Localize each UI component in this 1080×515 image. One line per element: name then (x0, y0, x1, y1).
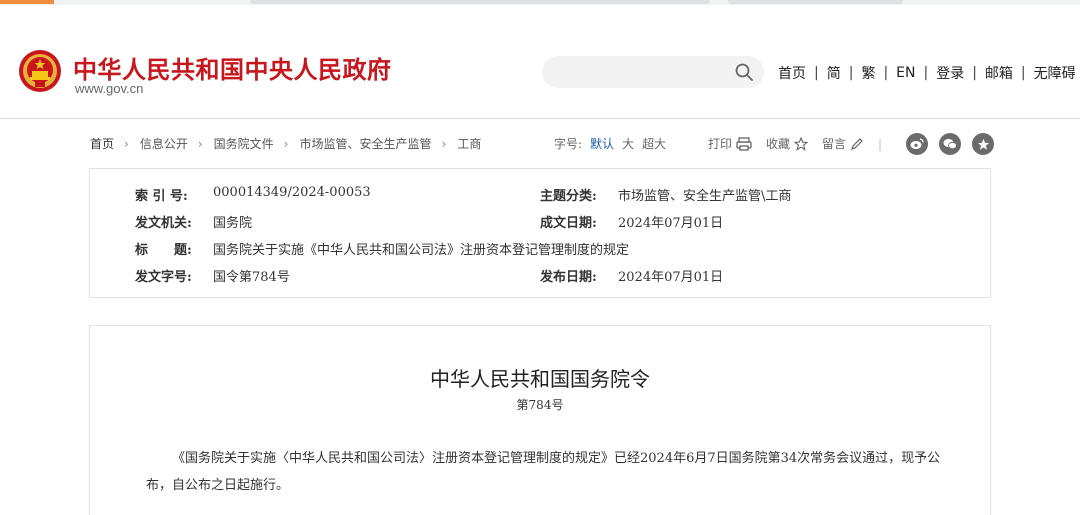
share-buttons (906, 133, 994, 155)
breadcrumb-business[interactable]: 工商 (457, 135, 481, 152)
nav-separator: | (923, 65, 929, 81)
search-box (542, 56, 764, 88)
comment-label: 留言 (822, 137, 847, 151)
browser-tab[interactable] (0, 0, 54, 4)
nav-english[interactable]: EN (896, 65, 915, 81)
tools-divider: | (878, 136, 883, 151)
site-title[interactable]: 中华人民共和国中央人民政府 (73, 50, 392, 85)
star-icon (794, 136, 809, 151)
breadcrumb-state-council-docs[interactable]: 国务院文件 (214, 135, 274, 152)
search-input[interactable] (558, 62, 728, 82)
info-issuer-value: 国务院 (213, 216, 253, 231)
nav-separator: | (848, 65, 854, 81)
info-index: 索 引 号: 000014349/2024-00053 (135, 185, 371, 204)
info-category: 主题分类: 市场监管、安全生产监管\工商 (540, 185, 791, 204)
address-bar[interactable] (250, 0, 710, 4)
info-written-date: 成文日期: 2024年07月01日 (540, 212, 723, 231)
font-size-selector: 字号: 默认 大 超大 (554, 135, 666, 152)
font-size-large[interactable]: 大 (622, 135, 634, 152)
nav-simplified[interactable]: 简 (827, 63, 841, 83)
breadcrumb-toolbar: 首页 › 信息公开 › 国务院文件 › 市场监管、安全生产监管 › 工商 字号:… (90, 133, 994, 155)
info-issuer-label: 发文机关: (135, 216, 192, 231)
site-url[interactable]: www.gov.cn (75, 81, 143, 96)
breadcrumb-arrow-icon: › (441, 136, 447, 151)
nav-separator: | (814, 65, 819, 81)
nav-separator: | (883, 65, 889, 81)
breadcrumb-arrow-icon: › (124, 136, 129, 151)
info-docno-value: 国令第784号 (213, 270, 290, 285)
nav-separator: | (1020, 65, 1026, 81)
breadcrumb-info-open[interactable]: 信息公开 (140, 135, 188, 152)
info-title: 标 题: 国务院关于实施《中华人民共和国公司法》注册资本登记管理制度的规定 (135, 239, 629, 258)
wechat-icon[interactable] (939, 133, 961, 155)
nav-traditional[interactable]: 繁 (861, 63, 875, 83)
nav-accessibility[interactable]: 无障碍 (1034, 63, 1076, 83)
document-info-box: 索 引 号: 000014349/2024-00053 主题分类: 市场监管、安… (89, 168, 991, 298)
font-size-xlarge[interactable]: 超大 (642, 135, 666, 152)
nav-home[interactable]: 首页 (778, 63, 806, 83)
info-published-value: 2024年07月01日 (618, 270, 724, 285)
weibo-icon[interactable] (906, 133, 928, 155)
nav-separator: | (972, 65, 977, 81)
printer-icon (736, 136, 752, 151)
info-published-label: 发布日期: (540, 270, 597, 285)
nav-login[interactable]: 登录 (936, 63, 964, 83)
comment-button[interactable]: 留言 (822, 135, 864, 152)
print-button[interactable]: 打印 (708, 135, 752, 152)
breadcrumb-arrow-icon: › (197, 136, 203, 151)
page-tools: 打印 收藏 留言 | (708, 135, 882, 152)
browser-search-bar[interactable] (728, 0, 903, 4)
breadcrumb-arrow-icon: › (283, 136, 289, 151)
document-title: 中华人民共和国国务院令 (430, 367, 650, 391)
nav-mail[interactable]: 邮箱 (985, 63, 1013, 83)
document-body: 《国务院关于实施〈中华人民共和国公司法〉注册资本登记管理制度的规定》已经2024… (146, 451, 941, 493)
national-emblem-icon[interactable] (18, 49, 62, 93)
search-icon[interactable] (734, 62, 754, 82)
font-size-label: 字号: (554, 137, 583, 151)
info-index-label: 索 引 号: (135, 189, 188, 204)
info-written-value: 2024年07月01日 (618, 216, 724, 231)
info-category-label: 主题分类: (540, 189, 597, 204)
font-size-default[interactable]: 默认 (590, 135, 614, 152)
print-label: 打印 (708, 137, 733, 151)
info-docno: 发文字号: 国令第784号 (135, 266, 290, 285)
info-issuer: 发文机关: 国务院 (135, 212, 252, 231)
info-index-value: 000014349/2024-00053 (213, 185, 371, 200)
top-nav: 首页 | 简 | 繁 | EN | 登录 | 邮箱 | 无障碍 (778, 63, 1076, 83)
breadcrumb-home[interactable]: 首页 (90, 135, 114, 152)
favorite-button[interactable]: 收藏 (766, 135, 809, 152)
favorite-label: 收藏 (766, 137, 791, 151)
breadcrumb: 首页 › 信息公开 › 国务院文件 › 市场监管、安全生产监管 › 工商 (90, 135, 481, 152)
info-published-date: 发布日期: 2024年07月01日 (540, 266, 723, 285)
pencil-icon (851, 137, 863, 150)
qzone-icon[interactable] (972, 133, 994, 155)
site-header: 中华人民共和国中央人民政府 www.gov.cn 首页 | 简 | 繁 | EN… (0, 5, 1080, 119)
breadcrumb-market-supervision[interactable]: 市场监管、安全生产监管 (299, 135, 431, 152)
info-docno-label: 发文字号: (135, 270, 192, 285)
info-title-label: 标 题: (135, 243, 192, 258)
document-content: 中华人民共和国国务院令 第784号 《国务院关于实施〈中华人民共和国公司法〉注册… (89, 325, 991, 515)
document-number: 第784号 (516, 398, 564, 412)
info-title-value: 国务院关于实施《中华人民共和国公司法》注册资本登记管理制度的规定 (213, 243, 630, 258)
info-written-label: 成文日期: (540, 216, 597, 231)
info-category-value: 市场监管、安全生产监管\工商 (618, 189, 792, 204)
